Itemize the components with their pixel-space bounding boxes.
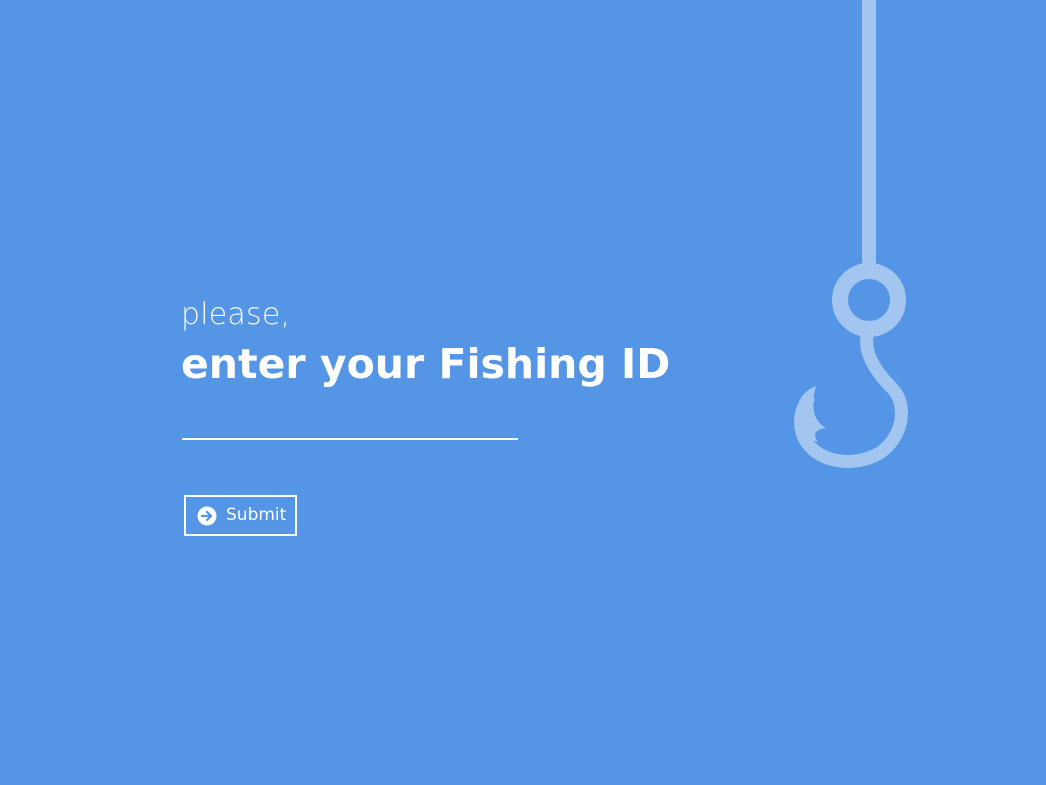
fishing-id-input[interactable]	[182, 404, 518, 440]
prompt-intro: please,	[181, 297, 291, 332]
login-page: please, enter your Fishing ID Submit	[0, 0, 1046, 785]
page-title: enter your Fishing ID	[181, 340, 671, 388]
fishing-hook-icon	[794, 0, 908, 468]
submit-button[interactable]: Submit	[184, 495, 297, 536]
arrow-right-circle-icon	[197, 506, 217, 526]
submit-button-label: Submit	[226, 505, 287, 525]
